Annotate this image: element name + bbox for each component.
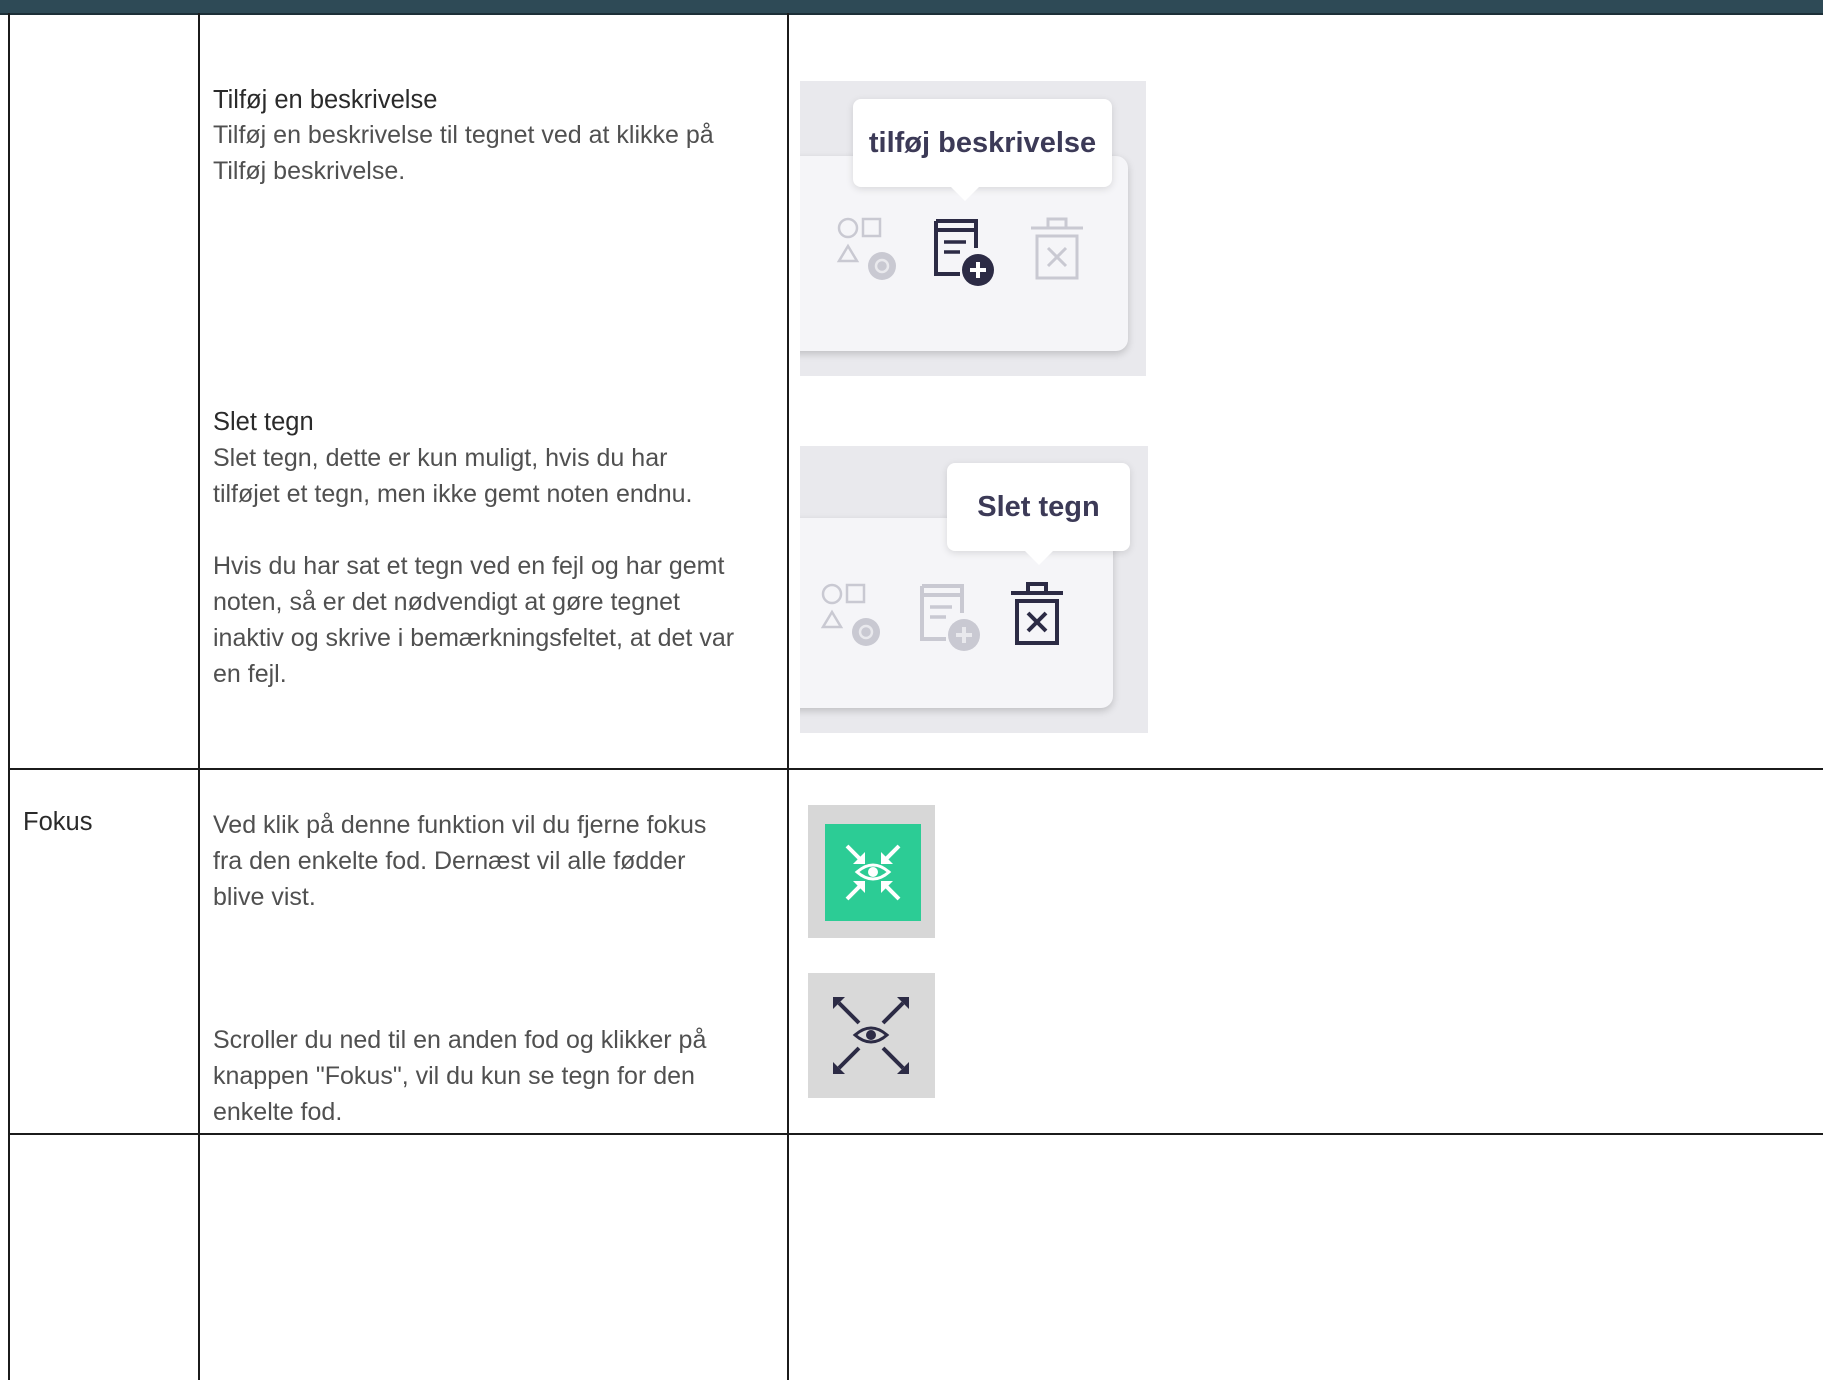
shapes-settings-icon <box>836 217 896 280</box>
table-row-border-1 <box>8 768 1823 770</box>
table-row-border-2 <box>8 1133 1823 1135</box>
focus-expand-icon <box>833 997 909 1074</box>
delete-sign-line-1: Slet tegn, dette er kun muligt, hvis du … <box>213 444 668 472</box>
delete-sign-tooltip: Slet tegn <box>947 463 1130 551</box>
focus-row-label: Fokus <box>23 808 93 836</box>
focus-button-inactive[interactable] <box>808 973 935 1098</box>
delete-sign-screenshot: Slet tegn <box>800 446 1148 733</box>
add-description-icon <box>920 584 980 651</box>
delete-sign-heading: Slet tegn <box>213 408 314 436</box>
add-description-tooltip: tilføj beskrivelse <box>853 99 1112 187</box>
top-border-bar <box>0 0 1823 15</box>
focus-collapse-icon <box>845 844 901 901</box>
tooltip-arrow <box>951 187 979 201</box>
table-border-mid-col <box>198 13 200 1380</box>
delete-sign-note-line-1: Hvis du har sat et tegn ved en fejl og h… <box>213 552 725 580</box>
delete-sign-icon[interactable] <box>1007 579 1067 649</box>
focus-line-5: knappen "Fokus", vil du kun se tegn for … <box>213 1062 695 1090</box>
table-border-left-col <box>8 13 10 1380</box>
tooltip-arrow <box>1025 551 1053 565</box>
focus-line-6: enkelte fod. <box>213 1098 343 1126</box>
delete-sign-note-line-2: noten, så er det nødvendigt at gøre tegn… <box>213 588 680 616</box>
focus-line-4: Scroller du ned til en anden fod og klik… <box>213 1026 707 1054</box>
delete-sign-note-line-3: inaktiv og skrive i bemærkningsfeltet, a… <box>213 624 735 652</box>
focus-line-1: Ved klik på denne funktion vil du fjerne… <box>213 811 707 839</box>
focus-button-active[interactable] <box>808 805 935 938</box>
table-border-right-col <box>787 13 789 1380</box>
add-description-heading: Tilføj en beskrivelse <box>213 86 438 114</box>
shapes-settings-icon <box>820 583 880 646</box>
focus-line-3: blive vist. <box>213 883 316 911</box>
add-description-line-2: Tilføj beskrivelse. <box>213 157 406 185</box>
add-description-screenshot: tilføj beskrivelse <box>800 81 1146 376</box>
add-description-line-1: Tilføj en beskrivelse til tegnet ved at … <box>213 121 714 149</box>
delete-sign-line-2: tilføjet et tegn, men ikke gemt noten en… <box>213 480 693 508</box>
focus-line-2: fra den enkelte fod. Dernæst vil alle fø… <box>213 847 686 875</box>
delete-sign-icon <box>1031 217 1083 280</box>
add-description-icon[interactable] <box>930 218 1000 288</box>
delete-sign-note-line-4: en fejl. <box>213 660 287 688</box>
